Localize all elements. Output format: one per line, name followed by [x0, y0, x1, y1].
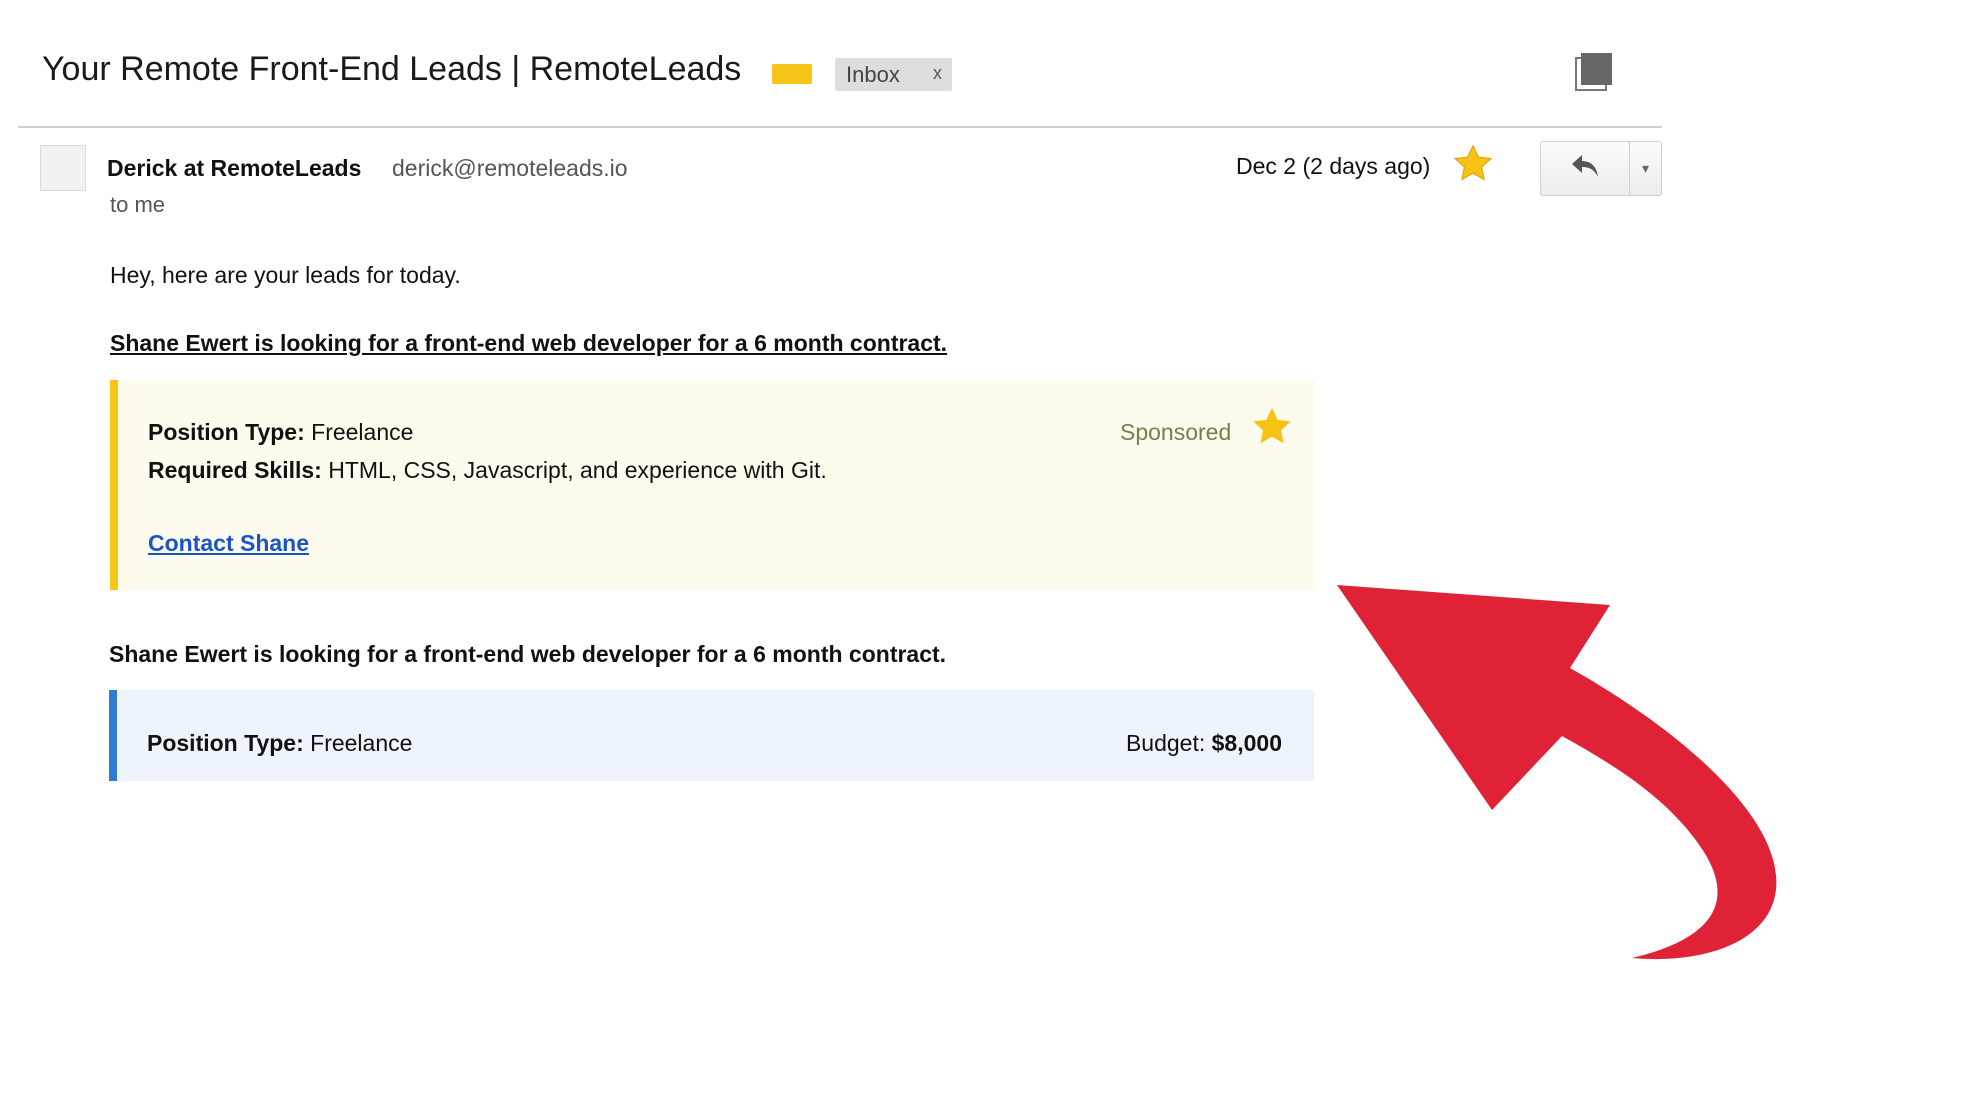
sponsored-lead-card: Position Type: Freelance Required Skills… [110, 380, 1315, 590]
position-type-value: Freelance [303, 730, 413, 756]
recipient-line[interactable]: to me [110, 192, 165, 218]
position-type-label: Position Type: [148, 419, 305, 445]
position-type-label: Position Type: [147, 730, 304, 756]
label-marker[interactable] [772, 64, 812, 84]
budget-value: $8,000 [1211, 730, 1282, 756]
lead-heading: Shane Ewert is looking for a front-end w… [109, 641, 947, 667]
contact-link[interactable]: Contact Shane [148, 530, 309, 557]
inbox-label: Inbox [846, 61, 900, 87]
star-icon[interactable] [1452, 143, 1494, 185]
annotation-arrow-icon [1320, 570, 1800, 970]
avatar [40, 145, 86, 191]
greeting-text: Hey, here are your leads for today. [110, 262, 461, 288]
sender-name: Derick at RemoteLeads [107, 155, 362, 181]
lead-card: Position Type: Freelance Budget: $8,000 [109, 690, 1314, 781]
budget-row: Budget: $8,000 [1126, 730, 1282, 757]
sender-email: derick@remoteleads.io [392, 155, 628, 181]
position-type-value: Freelance [304, 419, 414, 445]
reply-button[interactable] [1541, 142, 1630, 195]
required-skills-row: Required Skills: HTML, CSS, Javascript, … [148, 457, 827, 484]
budget-label: Budget: [1125, 730, 1212, 756]
print-icon[interactable] [1574, 52, 1614, 92]
position-type-row: Position Type: Freelance [148, 419, 413, 446]
header-divider [18, 126, 1662, 128]
reply-button-group: ▾ [1540, 141, 1662, 196]
inbox-label-chip[interactable]: Inbox x [835, 58, 952, 91]
required-skills-label: Required Skills: [148, 457, 322, 483]
position-type-row: Position Type: Freelance [147, 730, 412, 757]
lead-heading-link[interactable]: Shane Ewert is looking for a front-end w… [110, 330, 947, 357]
chevron-down-icon: ▾ [1641, 160, 1650, 176]
remove-label-button[interactable]: x [933, 63, 942, 84]
sponsored-star-icon [1250, 405, 1294, 449]
message-date: Dec 2 (2 days ago) [1236, 153, 1431, 179]
sponsored-label: Sponsored [1120, 419, 1232, 445]
reply-icon [1570, 153, 1600, 184]
email-subject: Your Remote Front-End Leads | RemoteLead… [42, 50, 742, 88]
more-options-button[interactable]: ▾ [1630, 142, 1661, 195]
required-skills-value: HTML, CSS, Javascript, and experience wi… [321, 457, 827, 483]
